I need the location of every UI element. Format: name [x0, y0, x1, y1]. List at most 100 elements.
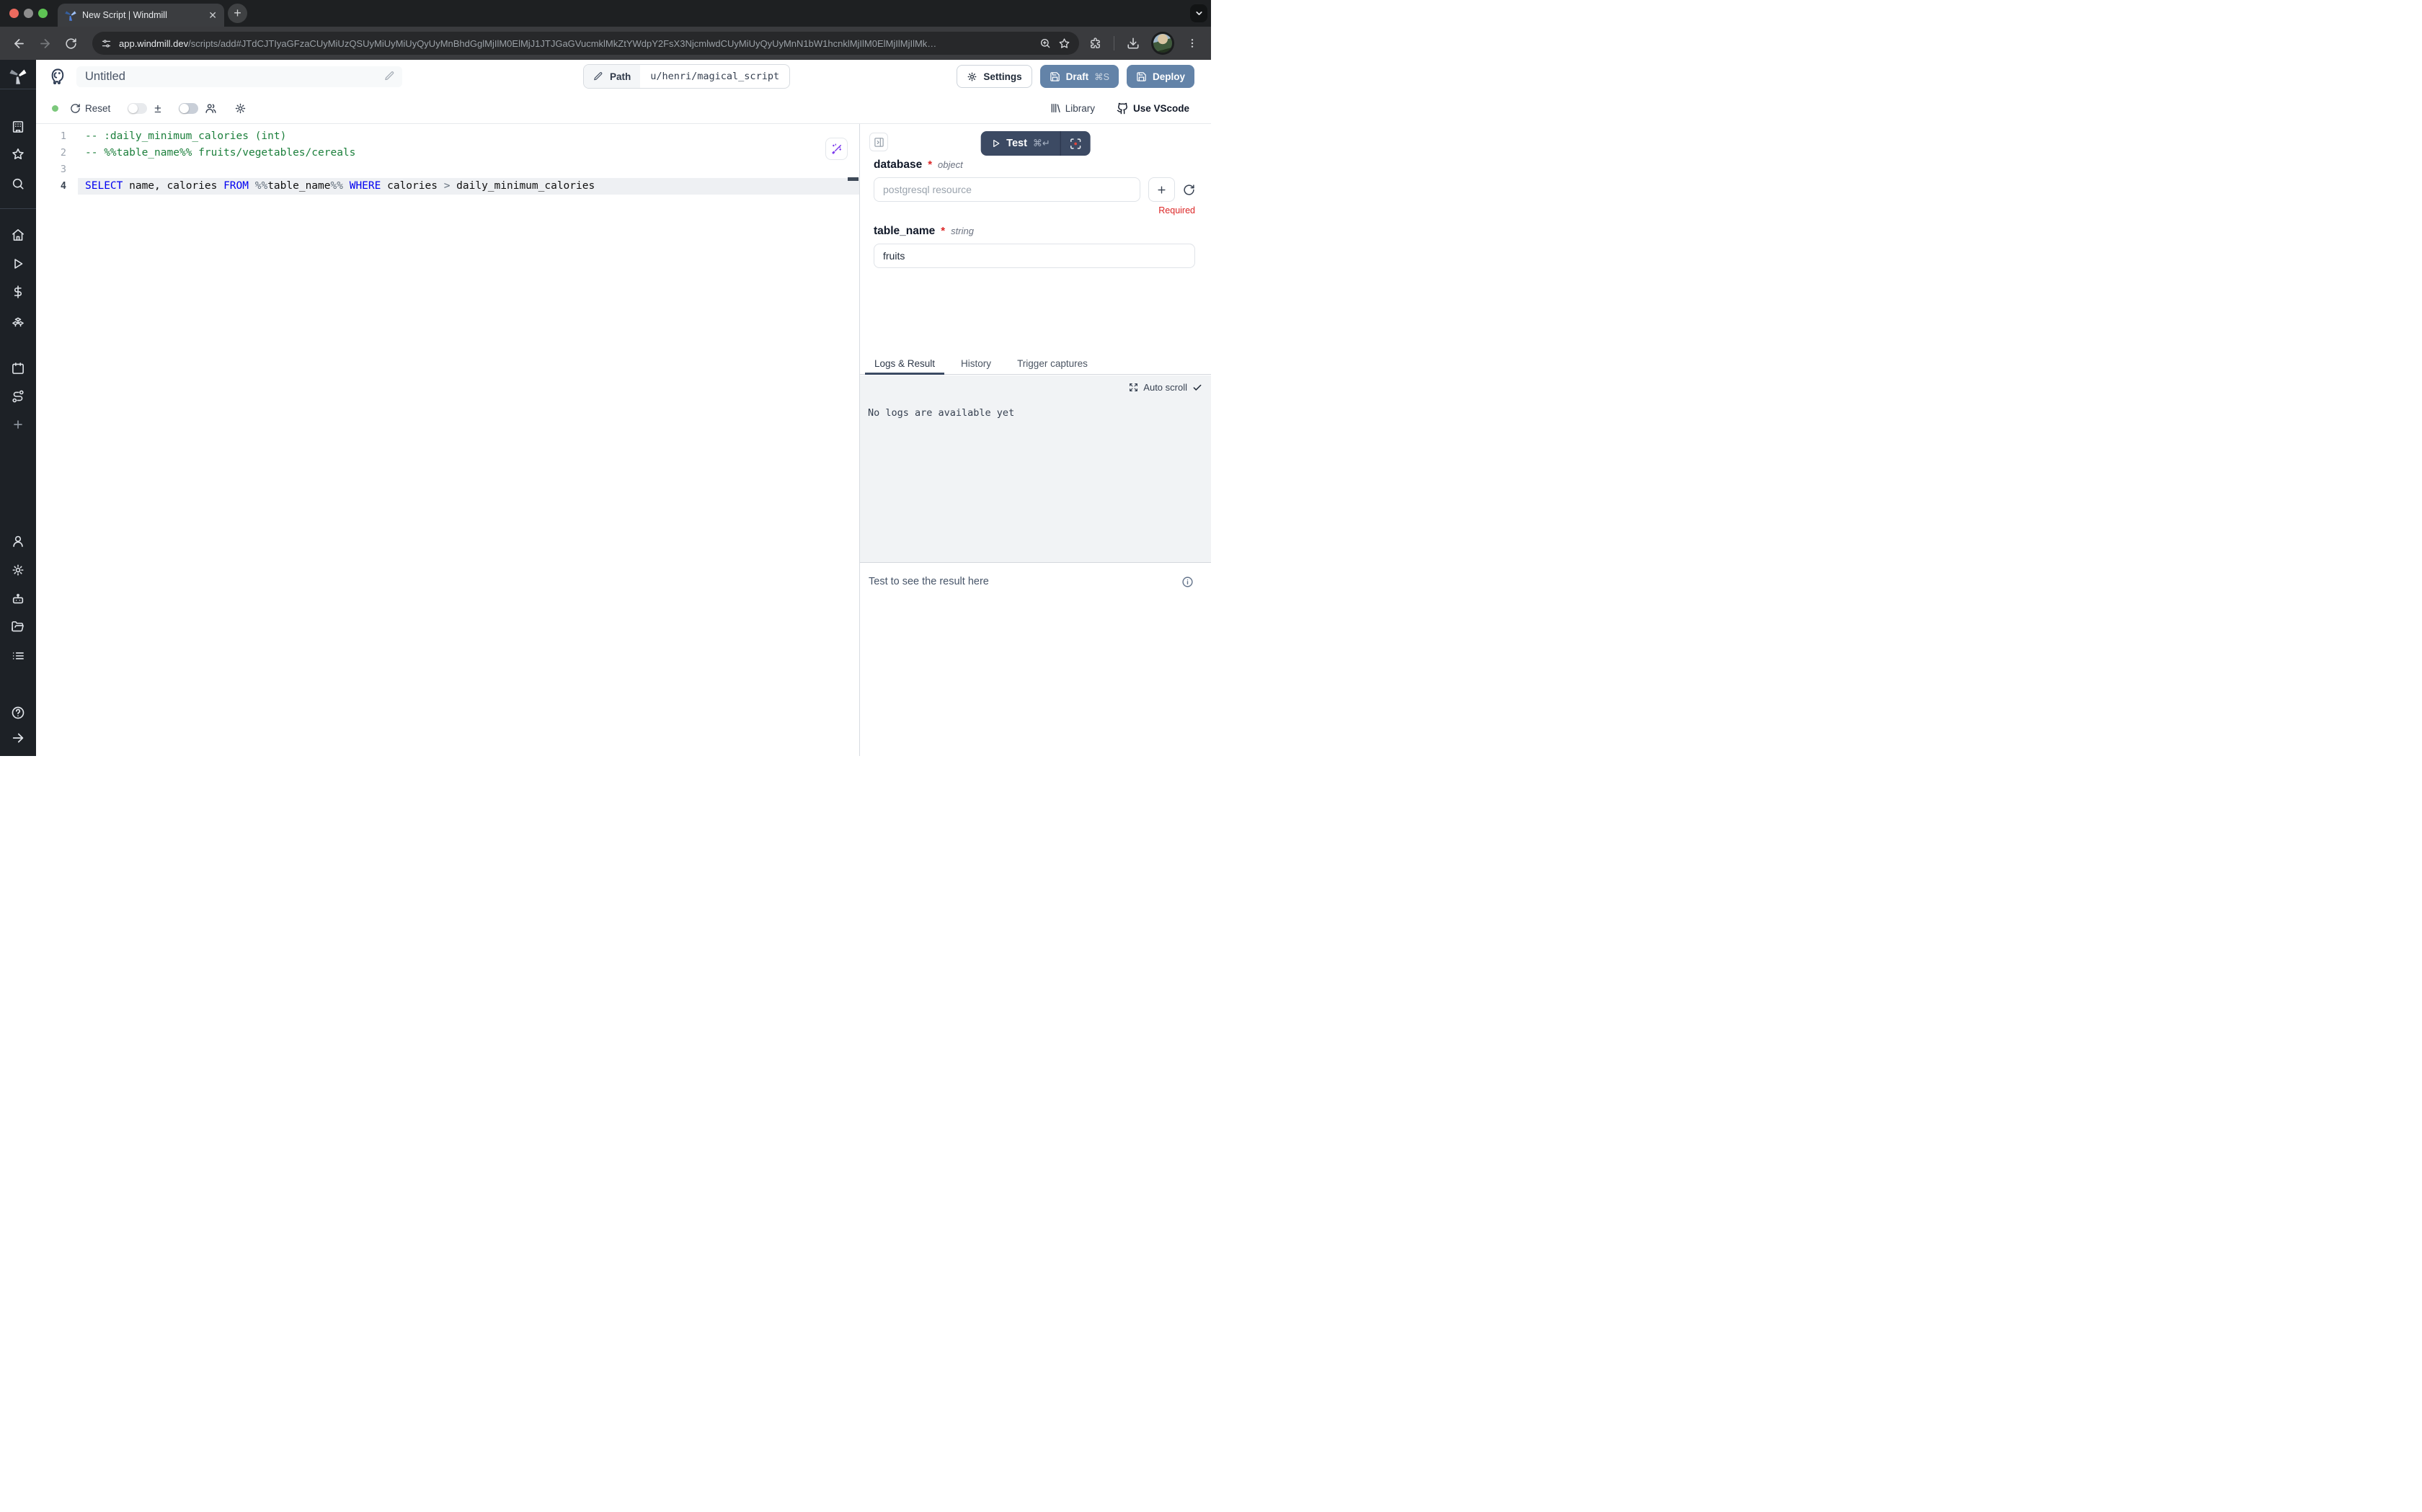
expand-logs-icon[interactable] — [1129, 383, 1138, 392]
sidebar-item-runs[interactable] — [12, 257, 25, 271]
reset-button[interactable]: Reset — [70, 103, 110, 114]
editor-settings-icon[interactable] — [234, 102, 247, 115]
sidebar-item-variables[interactable] — [12, 285, 25, 299]
url-bar[interactable]: app.windmill.dev/scripts/add#JTdCJTIyaGF… — [92, 32, 1079, 55]
vscode-button[interactable]: Use VScode — [1117, 102, 1189, 115]
traffic-light-minimize[interactable] — [24, 9, 33, 18]
sidebar-item-home[interactable] — [12, 228, 25, 242]
sidebar-item-search[interactable] — [12, 177, 25, 191]
code-editor[interactable]: 1-- :daily_minimum_calories (int)2-- %%t… — [36, 124, 859, 756]
sidebar-item-triggers[interactable] — [12, 390, 25, 404]
site-settings-icon[interactable] — [101, 38, 112, 49]
multiplayer-toggle[interactable] — [179, 103, 198, 114]
field-name-table-name: table_name — [874, 225, 935, 238]
folder-open-icon — [12, 621, 25, 634]
home-icon — [12, 228, 25, 242]
save-icon — [1050, 71, 1060, 82]
tab-logs-result[interactable]: Logs & Result — [865, 353, 944, 374]
sidebar-item-favorites[interactable] — [12, 148, 25, 161]
collapse-panel-button[interactable] — [869, 133, 888, 151]
code-lines: 1-- :daily_minimum_calories (int)2-- %%t… — [36, 124, 859, 195]
sidebar-item-help[interactable] — [11, 706, 25, 720]
sidebar-item-create[interactable] — [12, 419, 25, 431]
sidebar-item-workspace[interactable] — [12, 120, 25, 134]
preview-panel: Test ⌘↵ database* object Required — [859, 124, 1211, 756]
add-resource-button[interactable] — [1148, 177, 1175, 202]
code-line[interactable]: 4SELECT name, calories FROM %%table_name… — [36, 178, 859, 195]
sidebar-item-expand[interactable] — [12, 731, 25, 745]
tab-history[interactable]: History — [952, 353, 1001, 374]
extensions-icon[interactable] — [1085, 33, 1105, 53]
windmill-logo[interactable] — [9, 67, 27, 84]
forward-button[interactable] — [35, 33, 55, 53]
line-number: 1 — [36, 128, 78, 145]
sidebar-item-folders[interactable] — [12, 621, 25, 634]
puzzle-icon — [1089, 37, 1101, 50]
database-resource-input[interactable] — [874, 177, 1140, 202]
refresh-resources-button[interactable] — [1183, 184, 1195, 196]
zoom-icon[interactable] — [1039, 37, 1051, 49]
reload-button[interactable] — [61, 33, 81, 53]
test-button[interactable]: Test ⌘↵ — [980, 131, 1060, 156]
schema-form: database* object Required table_name* st… — [874, 159, 1195, 268]
status-dot — [52, 105, 58, 112]
diff-toggle[interactable] — [128, 103, 147, 114]
field-type-table-name: string — [951, 226, 974, 236]
plus-minus-icon[interactable]: ± — [154, 102, 161, 115]
back-button[interactable] — [9, 33, 29, 53]
traffic-light-close[interactable] — [9, 9, 19, 18]
pencil-icon[interactable] — [384, 71, 395, 81]
new-tab-button[interactable]: + — [228, 4, 247, 23]
magic-wand-icon — [831, 143, 843, 155]
browser-menu-icon[interactable] — [1182, 33, 1202, 53]
logs-empty-text: No logs are available yet — [868, 407, 1014, 419]
sidebar-item-logs[interactable] — [12, 649, 25, 663]
test-shortcut: ⌘↵ — [1033, 138, 1050, 149]
path-badge[interactable]: Path u/henri/magical_script — [583, 64, 790, 89]
tab-strip-chevron-button[interactable] — [1190, 4, 1207, 22]
line-number: 2 — [36, 145, 78, 161]
bookmark-star-icon[interactable] — [1058, 37, 1070, 50]
traffic-light-zoom[interactable] — [38, 9, 48, 18]
ai-wand-button[interactable] — [825, 138, 848, 160]
settings-label: Settings — [983, 71, 1021, 82]
browser-tab-strip: New Script | Windmill ✕ + — [0, 0, 1211, 27]
refresh-icon — [1183, 184, 1195, 196]
tab-close-icon[interactable]: ✕ — [208, 9, 217, 22]
script-name-input[interactable] — [76, 66, 402, 87]
sidebar-item-users[interactable] — [12, 535, 25, 548]
required-note: Required — [874, 205, 1195, 215]
help-circle-icon — [11, 706, 25, 720]
settings-button[interactable]: Settings — [957, 65, 1032, 88]
field-type-database: object — [938, 159, 963, 170]
line-number: 3 — [36, 161, 78, 178]
browser-tab[interactable]: New Script | Windmill ✕ — [58, 4, 224, 27]
reset-label: Reset — [85, 103, 110, 114]
sidebar-item-resources[interactable] — [12, 315, 25, 329]
panel-tabs: Logs & Result History Trigger captures — [860, 353, 1211, 375]
arrow-left-icon — [12, 37, 26, 50]
result-panel: Test to see the result here — [860, 562, 1211, 756]
profile-avatar[interactable] — [1153, 34, 1172, 53]
users-icon[interactable] — [205, 102, 217, 115]
capture-button[interactable] — [1060, 131, 1091, 156]
code-line[interactable]: 3 — [36, 161, 859, 178]
tab-trigger-captures[interactable]: Trigger captures — [1008, 353, 1097, 374]
code-line[interactable]: 1-- :daily_minimum_calories (int) — [36, 128, 859, 145]
draft-button[interactable]: Draft ⌘S — [1040, 65, 1119, 88]
deploy-button[interactable]: Deploy — [1127, 65, 1194, 88]
code-text: -- :daily_minimum_calories (int) — [78, 128, 859, 145]
autoscroll-label[interactable]: Auto scroll — [1143, 382, 1187, 393]
table-name-input[interactable] — [874, 244, 1195, 268]
check-icon[interactable] — [1192, 383, 1202, 393]
library-button[interactable]: Library — [1050, 102, 1095, 114]
draft-label: Draft — [1066, 71, 1089, 82]
info-icon[interactable] — [1181, 576, 1194, 588]
scrollbar-thumb[interactable] — [848, 177, 859, 181]
code-line[interactable]: 2-- %%table_name%% fruits/vegetables/cer… — [36, 145, 859, 161]
sidebar-item-settings[interactable] — [12, 564, 25, 577]
download-icon[interactable] — [1123, 33, 1143, 53]
sidebar-item-workers[interactable] — [12, 592, 25, 606]
sidebar-item-schedules[interactable] — [12, 362, 25, 375]
library-icon — [1050, 102, 1061, 114]
